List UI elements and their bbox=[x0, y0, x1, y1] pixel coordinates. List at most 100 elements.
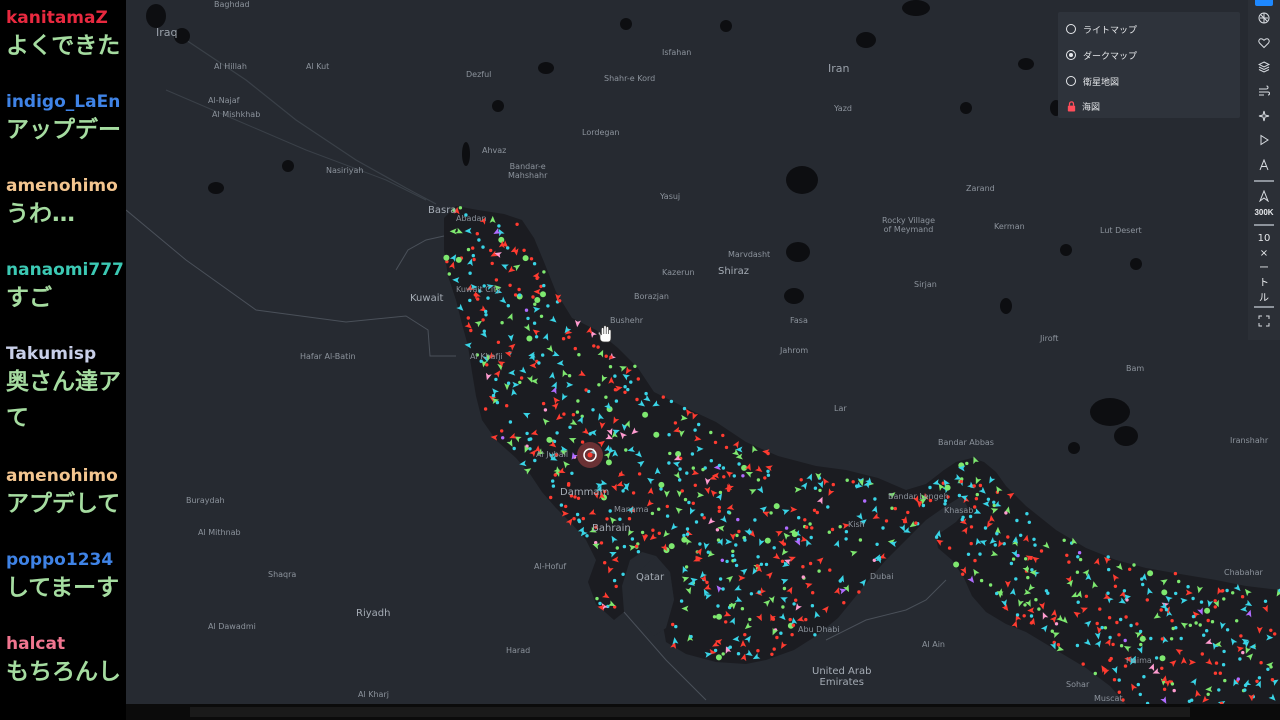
vessel-marker[interactable] bbox=[893, 506, 897, 511]
vessel-marker[interactable] bbox=[769, 511, 773, 515]
vessel-marker[interactable] bbox=[794, 598, 798, 602]
vessel-marker[interactable] bbox=[1142, 675, 1146, 679]
vessel-marker[interactable] bbox=[1186, 585, 1190, 589]
vessel-marker[interactable] bbox=[1236, 677, 1241, 681]
vessel-marker[interactable] bbox=[1172, 688, 1176, 693]
vessel-marker[interactable] bbox=[969, 525, 974, 529]
vessel-marker[interactable] bbox=[637, 472, 642, 476]
vessel-marker[interactable] bbox=[709, 459, 713, 463]
vessel-marker[interactable] bbox=[623, 385, 627, 389]
radio-satellite-map[interactable] bbox=[1066, 76, 1076, 86]
vessel-marker[interactable] bbox=[575, 512, 580, 517]
vessel-marker[interactable] bbox=[988, 583, 993, 587]
vessel-marker[interactable] bbox=[697, 422, 701, 427]
vessel-marker[interactable] bbox=[736, 652, 741, 656]
vessel-marker[interactable] bbox=[685, 532, 690, 536]
vessel-marker[interactable] bbox=[1039, 549, 1044, 553]
vessel-marker[interactable] bbox=[717, 463, 722, 468]
vessel-marker[interactable] bbox=[532, 262, 537, 266]
vessel-marker[interactable] bbox=[498, 236, 505, 243]
vessel-marker[interactable] bbox=[1273, 632, 1277, 636]
vessel-marker[interactable] bbox=[1213, 599, 1217, 603]
vessel-marker[interactable] bbox=[1223, 678, 1227, 683]
vessel-marker[interactable] bbox=[577, 518, 581, 522]
vessel-marker[interactable] bbox=[1106, 591, 1110, 595]
vessel-marker[interactable] bbox=[766, 451, 770, 456]
vessel-marker[interactable] bbox=[731, 553, 735, 558]
vessel-marker[interactable] bbox=[801, 565, 805, 569]
vessel-marker[interactable] bbox=[906, 510, 910, 515]
vessel-marker[interactable] bbox=[573, 346, 577, 351]
vessel-marker[interactable] bbox=[736, 517, 740, 522]
vessel-marker[interactable] bbox=[766, 473, 771, 477]
vessel-marker[interactable] bbox=[644, 391, 648, 396]
vessel-marker[interactable] bbox=[522, 248, 526, 252]
vessel-marker[interactable] bbox=[740, 607, 745, 611]
vessel-marker[interactable] bbox=[1027, 520, 1031, 524]
vessel-marker[interactable] bbox=[653, 431, 660, 438]
vessel-marker[interactable] bbox=[724, 620, 728, 624]
vessel-marker[interactable] bbox=[469, 328, 473, 333]
vessel-marker[interactable] bbox=[1202, 633, 1206, 637]
vessel-marker[interactable] bbox=[668, 451, 672, 456]
vessel-marker[interactable] bbox=[605, 459, 612, 466]
vessel-marker[interactable] bbox=[810, 604, 815, 608]
vessel-marker[interactable] bbox=[599, 541, 604, 545]
vessel-marker[interactable] bbox=[494, 377, 498, 382]
vessel-marker[interactable] bbox=[681, 536, 688, 543]
vessel-marker[interactable] bbox=[1259, 661, 1263, 665]
vessel-marker[interactable] bbox=[1191, 614, 1196, 619]
vessel-marker[interactable] bbox=[1026, 575, 1030, 580]
vessel-marker[interactable] bbox=[485, 363, 489, 367]
vessel-marker[interactable] bbox=[1160, 637, 1165, 641]
vessel-marker[interactable] bbox=[782, 542, 787, 546]
vessel-marker[interactable] bbox=[799, 478, 803, 482]
vessel-marker[interactable] bbox=[1200, 652, 1205, 656]
vessel-marker[interactable] bbox=[772, 647, 776, 651]
vessel-marker[interactable] bbox=[466, 247, 471, 252]
vessel-marker[interactable] bbox=[1138, 629, 1143, 634]
vessel-marker[interactable] bbox=[466, 316, 470, 320]
vessel-marker[interactable] bbox=[596, 345, 600, 349]
vessel-marker[interactable] bbox=[517, 287, 521, 292]
vessel-marker[interactable] bbox=[483, 407, 488, 411]
vessel-marker[interactable] bbox=[827, 530, 831, 534]
vessel-marker[interactable] bbox=[1033, 543, 1037, 547]
vessel-marker[interactable] bbox=[508, 420, 513, 424]
vessel-marker[interactable] bbox=[580, 440, 585, 444]
vessel-marker[interactable] bbox=[642, 411, 649, 418]
vessel-marker[interactable] bbox=[1257, 676, 1262, 680]
vessel-marker[interactable] bbox=[622, 544, 627, 549]
vessel-marker[interactable] bbox=[609, 355, 613, 359]
vessel-marker[interactable] bbox=[621, 489, 625, 493]
vessel-marker[interactable] bbox=[1225, 628, 1230, 632]
vessel-marker[interactable] bbox=[914, 521, 918, 525]
vessel-marker[interactable] bbox=[546, 304, 550, 308]
vessel-marker[interactable] bbox=[1266, 667, 1270, 671]
vessel-marker[interactable] bbox=[1119, 644, 1124, 648]
vessel-marker[interactable] bbox=[518, 380, 522, 385]
vessel-marker[interactable] bbox=[567, 482, 571, 486]
vessel-marker[interactable] bbox=[1255, 679, 1259, 683]
vessel-marker[interactable] bbox=[671, 622, 675, 627]
vessel-marker[interactable] bbox=[1205, 629, 1209, 633]
vessel-marker[interactable] bbox=[614, 584, 618, 589]
radio-light-map[interactable] bbox=[1066, 24, 1076, 34]
vessel-marker[interactable] bbox=[1135, 622, 1139, 626]
vessel-marker[interactable] bbox=[1117, 633, 1121, 637]
vessel-marker[interactable] bbox=[1062, 538, 1066, 542]
vessel-marker[interactable] bbox=[1221, 589, 1225, 593]
vessel-marker[interactable] bbox=[947, 546, 952, 550]
vessel-marker[interactable] bbox=[571, 413, 576, 417]
vessel-marker[interactable] bbox=[682, 406, 687, 411]
vessel-marker[interactable] bbox=[592, 344, 596, 348]
vessel-marker[interactable] bbox=[1159, 655, 1166, 662]
vessel-marker[interactable] bbox=[476, 297, 480, 301]
vessel-marker[interactable] bbox=[881, 526, 885, 530]
vessel-marker[interactable] bbox=[1231, 591, 1235, 595]
vessel-marker[interactable] bbox=[734, 563, 739, 568]
vessel-marker[interactable] bbox=[706, 550, 710, 554]
layer-option-nautical-chart[interactable]: 海図 bbox=[1066, 97, 1100, 115]
vessel-marker[interactable] bbox=[588, 432, 592, 436]
vessel-marker[interactable] bbox=[561, 337, 566, 341]
